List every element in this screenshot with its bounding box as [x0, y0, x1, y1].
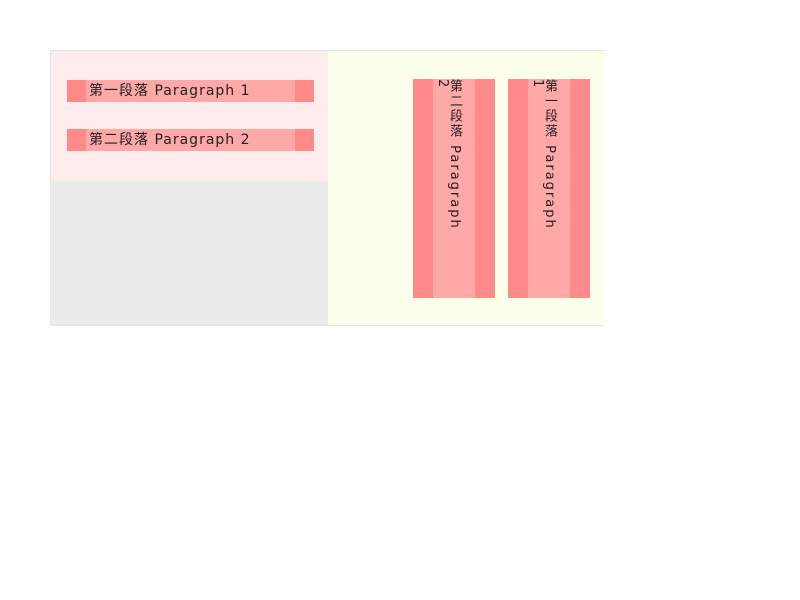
vertical-paragraph-1: 1 第一段落 Paragraph — [508, 79, 590, 298]
demo-frame: 第一段落 Paragraph 1 第二段落 Paragraph 2 2 第二段落… — [50, 50, 605, 326]
horizontal-writing-panel: 第一段落 Paragraph 1 第二段落 Paragraph 2 — [51, 51, 328, 325]
vertical-paragraph-2: 2 第二段落 Paragraph — [413, 79, 495, 298]
paragraph-1-text: 第一段落 Paragraph 1 — [89, 83, 251, 99]
paragraph-2-text: 第二段落 Paragraph 2 — [89, 132, 251, 148]
vertical-writing-panel: 2 第二段落 Paragraph 1 第一段落 Paragraph — [328, 51, 605, 325]
horizontal-paragraph-1: 第一段落 Paragraph 1 — [67, 80, 314, 102]
horizontal-text-area — [51, 51, 328, 181]
vertical-paragraph-2-text: 第二段落 Paragraph — [447, 79, 462, 230]
vertical-paragraph-1-text: 第一段落 Paragraph — [542, 79, 557, 230]
horizontal-paragraph-2: 第二段落 Paragraph 2 — [67, 129, 314, 151]
